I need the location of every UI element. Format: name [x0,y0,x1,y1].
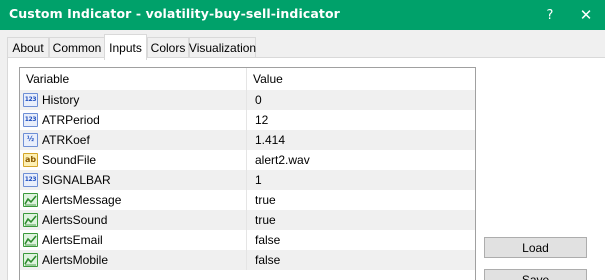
variable-name: AlertsMobile [42,253,109,267]
table-row[interactable]: 123 History 0 [20,90,475,110]
variable-name: AlertsMessage [42,193,122,207]
variable-cell: 123 ATRPeriod [20,110,247,130]
variable-name: AlertsSound [42,213,108,227]
variable-name: SoundFile [42,153,97,167]
close-icon: ✕ [579,6,593,24]
help-button[interactable]: ? [530,0,570,30]
variable-name: AlertsEmail [42,233,103,247]
bool-icon [23,253,38,267]
tab-about[interactable]: About [7,37,49,58]
variable-cell: 123 History [20,90,247,110]
bool-icon [23,233,38,247]
table-row[interactable]: AlertsEmail false [20,230,475,250]
table-row[interactable]: ab SoundFile alert2.wav [20,150,475,170]
string-icon: ab [23,153,38,167]
table-row[interactable]: 123 SIGNALBAR 1 [20,170,475,190]
value-cell[interactable]: 1 [255,170,262,190]
variable-cell: ab SoundFile [20,150,247,170]
close-button[interactable]: ✕ [566,0,605,30]
bool-icon [23,193,38,207]
variable-cell: AlertsEmail [20,230,247,250]
variable-cell: 123 SIGNALBAR [20,170,247,190]
type-glyph: ½ [26,135,35,143]
table-row[interactable]: AlertsMessage true [20,190,475,210]
title-bar: Custom Indicator - volatility-buy-sell-i… [0,0,605,30]
header-variable[interactable]: Variable [20,68,247,90]
value-cell[interactable]: false [255,230,280,250]
value-cell[interactable]: 12 [255,110,268,130]
bool-icon [23,213,38,227]
type-glyph: 123 [24,176,37,183]
variable-cell: AlertsMobile [20,250,247,270]
inputs-grid[interactable]: Variable Value 123 History 0 123 ATRPeriod 12… [19,67,476,280]
table-row[interactable]: AlertsSound true [20,210,475,230]
int-icon: 123 [23,93,38,107]
table-row[interactable]: ½ ATRKoef 1.414 [20,130,475,150]
window-title: Custom Indicator - volatility-buy-sell-i… [9,6,340,21]
variable-cell: AlertsMessage [20,190,247,210]
variable-cell: ½ ATRKoef [20,130,247,150]
tab-visualization[interactable]: Visualization [189,37,256,58]
variable-name: ATRKoef [42,133,90,147]
variable-name: SIGNALBAR [42,173,111,187]
int-icon: 123 [23,113,38,127]
grid-header: Variable Value [20,68,475,90]
type-glyph: 123 [24,96,37,103]
save-button[interactable]: Save [484,269,587,280]
value-cell[interactable]: 1.414 [255,130,285,150]
tab-common[interactable]: Common [49,37,105,58]
value-cell[interactable]: true [255,190,276,210]
load-button[interactable]: Load [484,237,587,258]
value-cell[interactable]: false [255,250,280,270]
header-value[interactable]: Value [247,68,475,90]
type-glyph: 123 [24,116,37,123]
value-cell[interactable]: 0 [255,90,262,110]
help-icon: ? [546,7,554,23]
double-icon: ½ [23,133,38,147]
variable-cell: AlertsSound [20,210,247,230]
tab-inputs[interactable]: Inputs [104,34,147,60]
value-cell[interactable]: true [255,210,276,230]
type-glyph: ab [24,155,37,164]
table-row[interactable]: AlertsMobile false [20,250,475,270]
variable-name: ATRPeriod [42,113,100,127]
table-row[interactable]: 123 ATRPeriod 12 [20,110,475,130]
value-cell[interactable]: alert2.wav [255,150,310,170]
tab-colors[interactable]: Colors [147,37,189,58]
tab-strip: About Common Inputs Colors Visualization [0,30,605,60]
int-icon: 123 [23,173,38,187]
variable-name: History [42,93,80,107]
